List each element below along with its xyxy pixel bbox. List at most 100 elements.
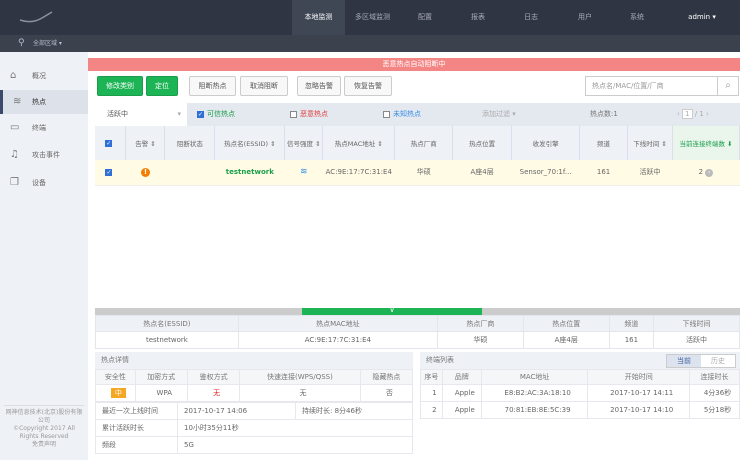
detail-header: 快速连接(WPS/QSS) (239, 369, 361, 385)
filter-unknown[interactable]: 未知热点 (383, 103, 421, 126)
detail-header: 隐藏热点 (359, 369, 414, 385)
col-signal[interactable]: 信号强度 ⇕ (284, 126, 324, 160)
tablet-icon: ▭ (10, 122, 20, 133)
client-brand: Apple (441, 401, 482, 419)
status-select[interactable]: 活跃中 ▾ (95, 103, 187, 126)
unblock-button[interactable]: 取消阻断 (240, 76, 288, 96)
filter-malicious[interactable]: 恶意热点 (290, 103, 328, 126)
summary-table: 热点名(ESSID) 热点MAC地址 热点厂商 热点位置 频道 下线时间 testnetw… (95, 315, 740, 349)
block-hotspot-button[interactable]: 阻断热点 (189, 76, 236, 96)
client-brand: Apple (441, 384, 482, 402)
hotspot-table: ✓ 告警 ⇕ 阻断状态 热点名(ESSID) ⇕ 信号强度 ⇕ 热点MAC地址 … (95, 126, 740, 186)
panel-header: 终端列表 当前 历史 (420, 352, 740, 369)
block-status (164, 160, 215, 186)
ignore-alert-button[interactable]: 忽略告警 (297, 76, 341, 96)
add-filter-button[interactable]: 添加过滤 ▾ (482, 103, 516, 126)
col-block-status: 阻断状态 (164, 126, 216, 160)
panel-title: 热点详情 (95, 352, 413, 369)
detail-header: 鉴权方式 (186, 369, 241, 385)
total-active-value: 10小时35分11秒 (177, 419, 413, 437)
collapse-chevron-icon[interactable]: ∨ (302, 307, 482, 315)
sidebar-item-label: 攻击事件 (32, 151, 60, 159)
bell-icon: ♫ (10, 149, 19, 160)
summary-header: 热点名(ESSID) (95, 315, 239, 332)
search-icon[interactable]: ⌕ (717, 76, 739, 96)
detail-label: 累计活跃时长 (95, 419, 178, 437)
summary-value: A座4层 (522, 331, 610, 349)
chevron-down-icon: ▾ (177, 110, 181, 118)
nav-logs[interactable]: 日志 (506, 0, 556, 35)
locate-button[interactable]: 定位 (146, 76, 178, 96)
checkbox-icon (290, 110, 297, 118)
page-input[interactable]: 1 (682, 109, 693, 119)
filter-trusted[interactable]: ✓ 可信热点 (197, 103, 235, 126)
search-input[interactable]: 热点名/MAC/位置/厂商 (585, 76, 718, 96)
client-start: 2017-10-17 14:11 (587, 384, 691, 402)
cell-clients[interactable]: 2 › (672, 160, 740, 186)
client-header: MAC地址 (480, 369, 589, 385)
col-clients[interactable]: 当前连接终端数 ⬇ (672, 126, 740, 160)
pager: ‹ 1 / 1 › (677, 103, 709, 126)
encryption-value: WPA (134, 384, 188, 402)
change-category-button[interactable]: 修改类别 (97, 76, 143, 96)
summary-header: 热点位置 (522, 315, 610, 332)
cell-essid[interactable]: testnetwork (214, 160, 285, 186)
sidebar-item-attacks[interactable]: ♫ 攻击事件 (0, 143, 88, 167)
summary-header: 热点厂商 (436, 315, 524, 332)
nav-local-monitor[interactable]: 本地监测 (292, 0, 345, 35)
next-page-icon[interactable]: › (706, 110, 709, 118)
client-row[interactable]: 2 Apple 70:81:EB:8E:5C:39 2017-10-17 14:10 5… (420, 401, 740, 419)
prev-page-icon[interactable]: ‹ (677, 110, 680, 118)
table-header: ✓ 告警 ⇕ 阻断状态 热点名(ESSID) ⇕ 信号强度 ⇕ 热点MAC地址 … (95, 126, 740, 160)
restore-alert-button[interactable]: 恢复告警 (344, 76, 392, 96)
sidebar-footer: 网神信息技术(北京)股份有限公司 ©Copyright 2017 All Rig… (4, 405, 84, 449)
col-mac[interactable]: 热点MAC地址 ⇕ (322, 126, 396, 160)
client-tabs: 当前 历史 (666, 354, 736, 368)
sidebar-item-hotspot[interactable]: ≋ 热点 (0, 90, 88, 114)
sidebar-item-devices[interactable]: ❐ 设备 (0, 171, 88, 195)
auth-value: 无 (186, 384, 241, 402)
row-checkbox[interactable]: ✓ (95, 160, 126, 186)
client-index: 1 (420, 384, 443, 402)
checkbox-checked-icon: ✓ (197, 110, 204, 118)
nav-multi-region[interactable]: 多区域监测 (345, 0, 400, 35)
col-offline-time[interactable]: 下线时间 ⇕ (627, 126, 673, 160)
client-header: 序号 (420, 369, 443, 385)
tab-history[interactable]: 历史 (701, 355, 735, 367)
filter-malicious-label: 恶意热点 (300, 110, 328, 118)
sidebar-item-overview[interactable]: ⌂ 概况 (0, 64, 88, 88)
nav-system[interactable]: 系统 (612, 0, 662, 35)
nav-reports[interactable]: 报表 (453, 0, 503, 35)
col-essid[interactable]: 热点名(ESSID) ⇕ (214, 126, 286, 160)
cell-vendor: 华硕 (394, 160, 453, 186)
client-index: 2 (420, 401, 443, 419)
alert-banner: 恶意热点自动阻断中 (88, 58, 740, 71)
region-selector[interactable]: 全部区域 ▾ (33, 35, 62, 52)
col-alert[interactable]: 告警 ⇕ (125, 126, 166, 160)
sidebar-item-terminal[interactable]: ▭ 终端 (0, 116, 88, 140)
checkbox-icon (383, 110, 390, 118)
table-row[interactable]: ✓ ! testnetwork ≋ AC:9E:17:7C:31:E4 华硕 A… (95, 160, 740, 186)
summary-header: 频道 (608, 315, 655, 332)
wifi-signal-icon: ≋ (284, 160, 323, 186)
tab-current[interactable]: 当前 (667, 355, 701, 367)
nav-config[interactable]: 配置 (400, 0, 450, 35)
client-row[interactable]: 1 Apple E8:B2:AC:3A:18:10 2017-10-17 14:11 4… (420, 384, 740, 402)
summary-value: 活跃中 (653, 331, 740, 349)
wifi-icon: ≋ (13, 96, 22, 107)
detail-label: 频段 (95, 436, 178, 454)
copyright: ©Copyright 2017 All (13, 425, 75, 432)
sidebar-item-label: 概况 (32, 72, 46, 80)
disclaimer-link[interactable]: 免责声明 (4, 441, 84, 449)
nav-users[interactable]: 用户 (560, 0, 610, 35)
region-bar: ⚲ 全部区域 ▾ (0, 35, 740, 52)
select-all-checkbox[interactable]: ✓ (95, 126, 127, 160)
chevron-right-icon[interactable]: › (705, 168, 714, 177)
security-badge: 中 (110, 388, 126, 398)
top-nav-bar: 本地监测 多区域监测 配置 报表 日志 用户 系统 admin ▾ (0, 0, 740, 35)
home-icon: ⌂ (10, 70, 17, 81)
last-online-value: 2017-10-17 14:06 (177, 402, 296, 420)
detail-label: 最近一次上线时间 (95, 402, 178, 420)
detail-header: 加密方式 (134, 369, 188, 385)
user-menu[interactable]: admin ▾ (672, 0, 732, 35)
